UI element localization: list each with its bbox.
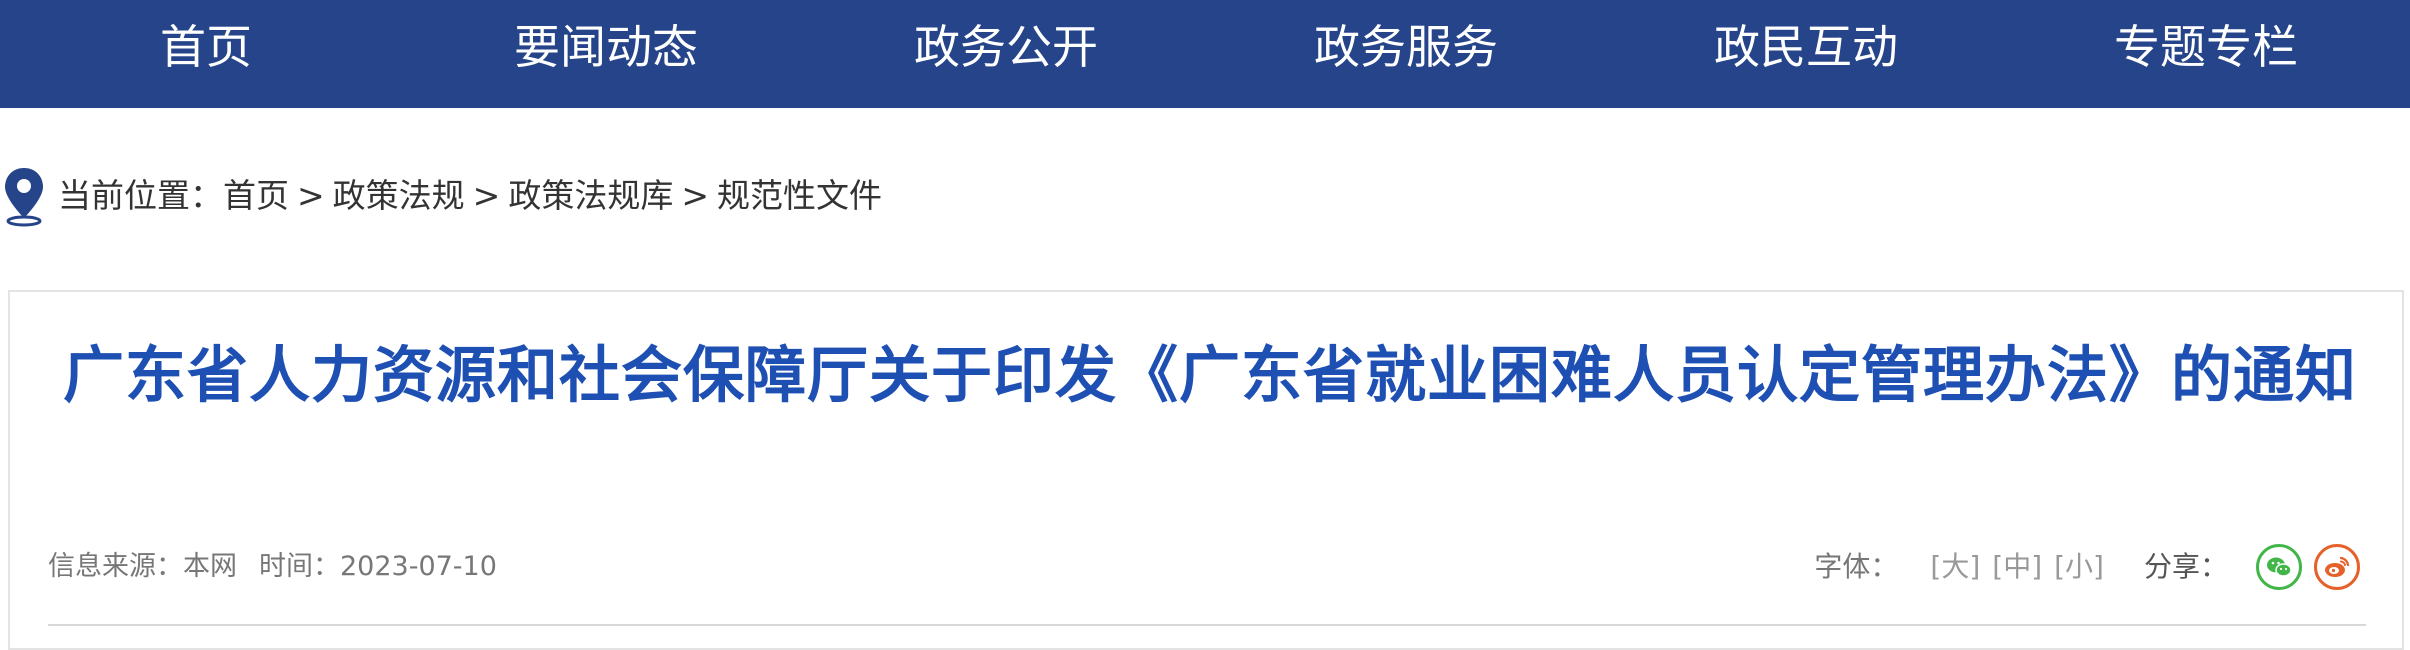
share-label: 分享： [2143,550,2228,583]
nav-item-interaction[interactable]: 政民互动 [1606,0,2006,94]
publish-date: 2023-07-10 [340,551,497,582]
breadcrumb: 当前位置：首页 > 政策法规 > 政策法规库 > 规范性文件 [0,160,1200,232]
breadcrumb-policy-library[interactable]: 政策法规库 [508,176,673,215]
breadcrumb-separator: > [681,176,709,215]
font-size-large-button[interactable]: [大] [1930,542,1980,592]
top-navigation: 首页 要闻动态 政务公开 政务服务 政民互动 专题专栏 [0,0,2410,108]
breadcrumb-trail: 当前位置：首页 > 政策法规 > 政策法规库 > 规范性文件 [58,160,882,232]
nav-item-special-topics[interactable]: 专题专栏 [2006,0,2406,94]
breadcrumb-policy-regulations[interactable]: 政策法规 [333,176,465,215]
source-label: 信息来源： [48,551,183,582]
font-size-medium-button[interactable]: [中] [1992,542,2042,592]
nav-item-gov-services[interactable]: 政务服务 [1206,0,1606,94]
weibo-icon[interactable] [2314,544,2360,590]
map-pin-icon [5,168,43,227]
time-label: 时间： [259,551,340,582]
nav-item-home[interactable]: 首页 [6,0,406,94]
breadcrumb-separator: > [297,176,325,215]
article-tools: 字体： [大] [中] [小] 分享： [1814,542,2360,592]
breadcrumb-home[interactable]: 首页 [223,176,289,215]
source-value: 本网 [183,551,237,582]
article-container: 广东省人力资源和社会保障厅关于印发《广东省就业困难人员认定管理办法》的通知 信息… [8,290,2404,650]
breadcrumb-prefix: 当前位置： [58,176,223,215]
article-meta: 信息来源：本网 时间：2023-07-10 [48,542,497,592]
nav-item-gov-affairs-public[interactable]: 政务公开 [806,0,1206,94]
article-title: 广东省人力资源和社会保障厅关于印发《广东省就业困难人员认定管理办法》的通知 [62,340,2357,411]
nav-item-news[interactable]: 要闻动态 [406,0,806,94]
font-size-small-button[interactable]: [小] [2054,542,2104,592]
meta-divider [48,624,2366,626]
font-size-label: 字体： [1814,550,1899,583]
breadcrumb-normative-documents[interactable]: 规范性文件 [717,176,882,215]
breadcrumb-separator: > [472,176,501,215]
wechat-icon[interactable] [2256,544,2302,590]
